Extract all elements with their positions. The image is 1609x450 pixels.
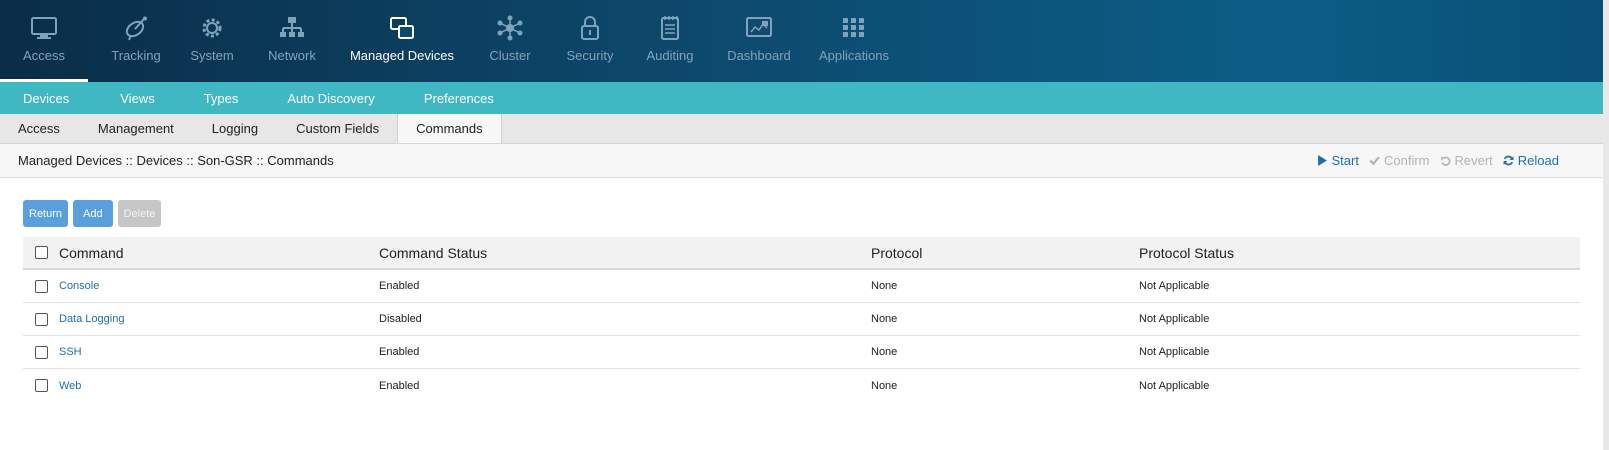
command-buttons: Return Add Delete: [23, 200, 162, 227]
commands-table: Command Command Status Protocol Protocol…: [23, 237, 1580, 402]
table-row: Console Enabled None Not Applicable: [23, 270, 1580, 303]
nav-item-auditing[interactable]: Auditing: [640, 0, 700, 82]
tab-commands[interactable]: Commands: [397, 114, 502, 143]
command-status-cell: Disabled: [379, 313, 422, 325]
nav-item-managed-devices[interactable]: Managed Devices: [348, 0, 456, 82]
protocol-status-cell: Not Applicable: [1139, 280, 1210, 292]
nav-item-access[interactable]: Access: [0, 0, 88, 82]
command-status-cell: Enabled: [379, 280, 420, 292]
protocol-cell: None: [871, 313, 898, 325]
satellite-icon: [121, 14, 151, 42]
subnav-item-preferences[interactable]: Preferences: [424, 82, 494, 114]
revert-label: Revert: [1454, 153, 1493, 168]
row-checkbox[interactable]: [34, 345, 48, 359]
gear-icon: [197, 14, 227, 42]
command-link[interactable]: Console: [59, 280, 99, 292]
tab-custom-fields[interactable]: Custom Fields: [276, 114, 397, 143]
config-actions: Start Confirm Revert Reload: [1317, 153, 1559, 168]
confirm-button[interactable]: Confirm: [1369, 153, 1430, 168]
row-checkbox[interactable]: [34, 312, 48, 326]
protocol-cell: None: [871, 379, 898, 392]
row-checkbox[interactable]: [34, 379, 48, 392]
table-row: Web Enabled None Not Applicable: [23, 369, 1580, 402]
nav-label: Network: [268, 48, 316, 63]
start-button[interactable]: Start: [1317, 153, 1359, 168]
nav-label: Dashboard: [727, 48, 791, 63]
nav-item-system[interactable]: System: [184, 0, 240, 82]
header-protocol-status[interactable]: Protocol Status: [1139, 245, 1559, 261]
nav-label: Managed Devices: [349, 48, 455, 63]
sub-navigation: Devices Views Types Auto Discovery Prefe…: [0, 82, 1603, 114]
subnav-item-types[interactable]: Types: [204, 82, 239, 114]
undo-icon: [1440, 156, 1450, 166]
grid-icon: [839, 14, 869, 42]
protocol-cell: None: [871, 346, 898, 358]
tab-management[interactable]: Management: [78, 114, 192, 143]
nav-label: Security: [566, 48, 614, 63]
protocol-status-cell: Not Applicable: [1139, 313, 1210, 325]
command-link[interactable]: SSH: [59, 346, 82, 358]
notepad-icon: [655, 14, 685, 42]
protocol-cell: None: [871, 280, 898, 292]
lock-icon: [575, 14, 605, 42]
subnav-item-views[interactable]: Views: [120, 82, 154, 114]
row-checkbox[interactable]: [34, 279, 48, 293]
protocol-status-cell: Not Applicable: [1139, 346, 1210, 358]
nav-label: Access: [23, 48, 65, 63]
window-edge: [1603, 0, 1609, 450]
protocol-status-cell: Not Applicable: [1139, 379, 1210, 392]
table-row: SSH Enabled None Not Applicable: [23, 336, 1580, 369]
command-link[interactable]: Web: [59, 380, 81, 392]
add-button[interactable]: Add: [73, 200, 113, 227]
check-icon: [1369, 156, 1380, 166]
breadcrumb: Managed Devices :: Devices :: Son-GSR ::…: [18, 153, 334, 168]
cluster-icon: [495, 14, 525, 42]
command-status-cell: Enabled: [379, 379, 420, 392]
nav-item-network[interactable]: Network: [260, 0, 324, 82]
nav-item-applications[interactable]: Applications: [816, 0, 892, 82]
nav-item-security[interactable]: Security: [562, 0, 618, 82]
nav-label: System: [190, 48, 234, 63]
command-link[interactable]: Data Logging: [59, 313, 124, 325]
nav-label: Auditing: [646, 48, 694, 63]
devices-icon: [387, 14, 417, 42]
network-icon: [277, 14, 307, 42]
header-command[interactable]: Command: [59, 245, 379, 261]
revert-button[interactable]: Revert: [1440, 153, 1493, 168]
monitor-icon: [29, 14, 59, 42]
subnav-item-auto-discovery[interactable]: Auto Discovery: [287, 82, 374, 114]
nav-label: Applications: [818, 48, 890, 63]
nav-item-cluster[interactable]: Cluster: [482, 0, 538, 82]
dashboard-icon: [744, 14, 774, 42]
refresh-icon: [1503, 155, 1514, 166]
tab-logging[interactable]: Logging: [192, 114, 276, 143]
device-tabs: Access Management Logging Custom Fields …: [0, 114, 1603, 144]
delete-button[interactable]: Delete: [117, 200, 162, 227]
breadcrumb-bar: Managed Devices :: Devices :: Son-GSR ::…: [0, 144, 1603, 178]
header-protocol[interactable]: Protocol: [871, 245, 1139, 261]
top-navigation: Access Tracking System Network Managed D…: [0, 0, 1609, 82]
reload-button[interactable]: Reload: [1503, 153, 1559, 168]
confirm-label: Confirm: [1383, 153, 1430, 168]
header-command-status[interactable]: Command Status: [379, 245, 871, 261]
play-icon: [1317, 155, 1327, 166]
reload-label: Reload: [1517, 153, 1559, 168]
start-label: Start: [1331, 153, 1359, 168]
return-button[interactable]: Return: [23, 200, 69, 227]
nav-item-dashboard[interactable]: Dashboard: [724, 0, 794, 82]
table-row: Data Logging Disabled None Not Applicabl…: [23, 303, 1580, 336]
nav-label: Cluster: [489, 48, 531, 63]
command-status-cell: Enabled: [379, 346, 420, 358]
nav-item-tracking[interactable]: Tracking: [103, 0, 169, 82]
table-header: Command Command Status Protocol Protocol…: [23, 237, 1580, 270]
nav-label: Tracking: [111, 48, 161, 63]
select-all-checkbox[interactable]: [34, 246, 48, 259]
tab-access[interactable]: Access: [0, 114, 78, 143]
subnav-item-devices[interactable]: Devices: [23, 82, 69, 114]
